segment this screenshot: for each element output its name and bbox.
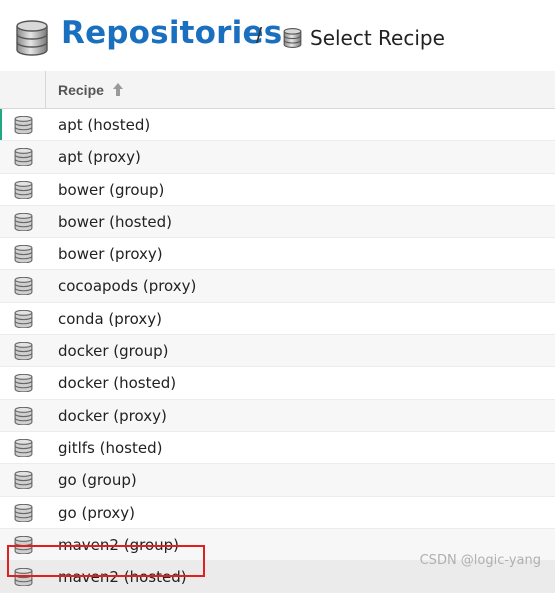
table-row[interactable]: bower (group) [0,174,555,206]
database-icon [14,535,33,559]
recipe-name: docker (group) [58,342,169,361]
table-row[interactable]: docker (hosted) [0,367,555,400]
recipe-name: go (proxy) [58,503,135,522]
table-row[interactable]: docker (proxy) [0,399,555,432]
icon-column-header [0,71,46,108]
row-marker [0,109,2,140]
recipe-name: maven2 (group) [58,535,179,554]
database-icon [14,341,33,365]
recipe-column-header[interactable]: Recipe [58,82,104,98]
arrow-up-icon[interactable] [112,82,124,102]
database-icon [14,212,33,236]
database-icon [14,374,33,397]
table-row[interactable]: apt (hosted) [0,109,555,142]
recipe-name: apt (hosted) [58,116,151,134]
database-icon [14,115,33,139]
table-row[interactable]: bower (hosted) [0,205,555,239]
database-icon [15,20,49,61]
recipe-name: apt (proxy) [58,148,141,167]
database-icon [14,406,33,430]
database-icon [14,503,33,527]
table-row[interactable]: cocoapods (proxy) [0,270,555,303]
database-icon [14,309,33,333]
table-row[interactable]: docker (group) [0,335,555,368]
table-row[interactable]: apt (proxy) [0,141,555,174]
database-icon [283,28,302,53]
recipe-name: maven2 (hosted) [58,568,187,587]
table-body: apt (hosted) apt (proxy) bower (group) bowe… [0,109,555,593]
table-row[interactable]: gitlfs (hosted) [0,432,555,465]
breadcrumb-current: Select Recipe [310,26,445,50]
database-icon [14,180,33,204]
database-icon [14,277,33,300]
recipe-name: docker (proxy) [58,406,167,425]
recipe-name: docker (hosted) [58,374,177,393]
table-row[interactable]: bower (proxy) [0,238,555,271]
database-icon [14,148,33,171]
table-header: Recipe [0,71,555,109]
page-header: Repositories / Select Recipe [0,0,555,72]
recipe-table: Recipe apt (hosted) apt (proxy) bower (gro… [0,71,555,593]
database-icon [14,438,33,462]
recipe-name: bower (hosted) [58,212,172,231]
table-row[interactable]: conda (proxy) [0,303,555,336]
database-icon [14,471,33,494]
recipe-name: bower (proxy) [58,245,163,264]
recipe-name: cocoapods (proxy) [58,277,197,296]
breadcrumb-separator: / [256,23,263,48]
recipe-name: gitlfs (hosted) [58,438,163,457]
recipe-name: go (group) [58,471,137,490]
page-title[interactable]: Repositories [61,15,282,51]
watermark: CSDN @logic-yang [419,553,541,568]
table-row[interactable]: go (proxy) [0,497,555,529]
table-row[interactable]: go (group) [0,464,555,497]
recipe-name: bower (group) [58,180,165,199]
database-icon [14,244,33,268]
recipe-name: conda (proxy) [58,309,162,328]
